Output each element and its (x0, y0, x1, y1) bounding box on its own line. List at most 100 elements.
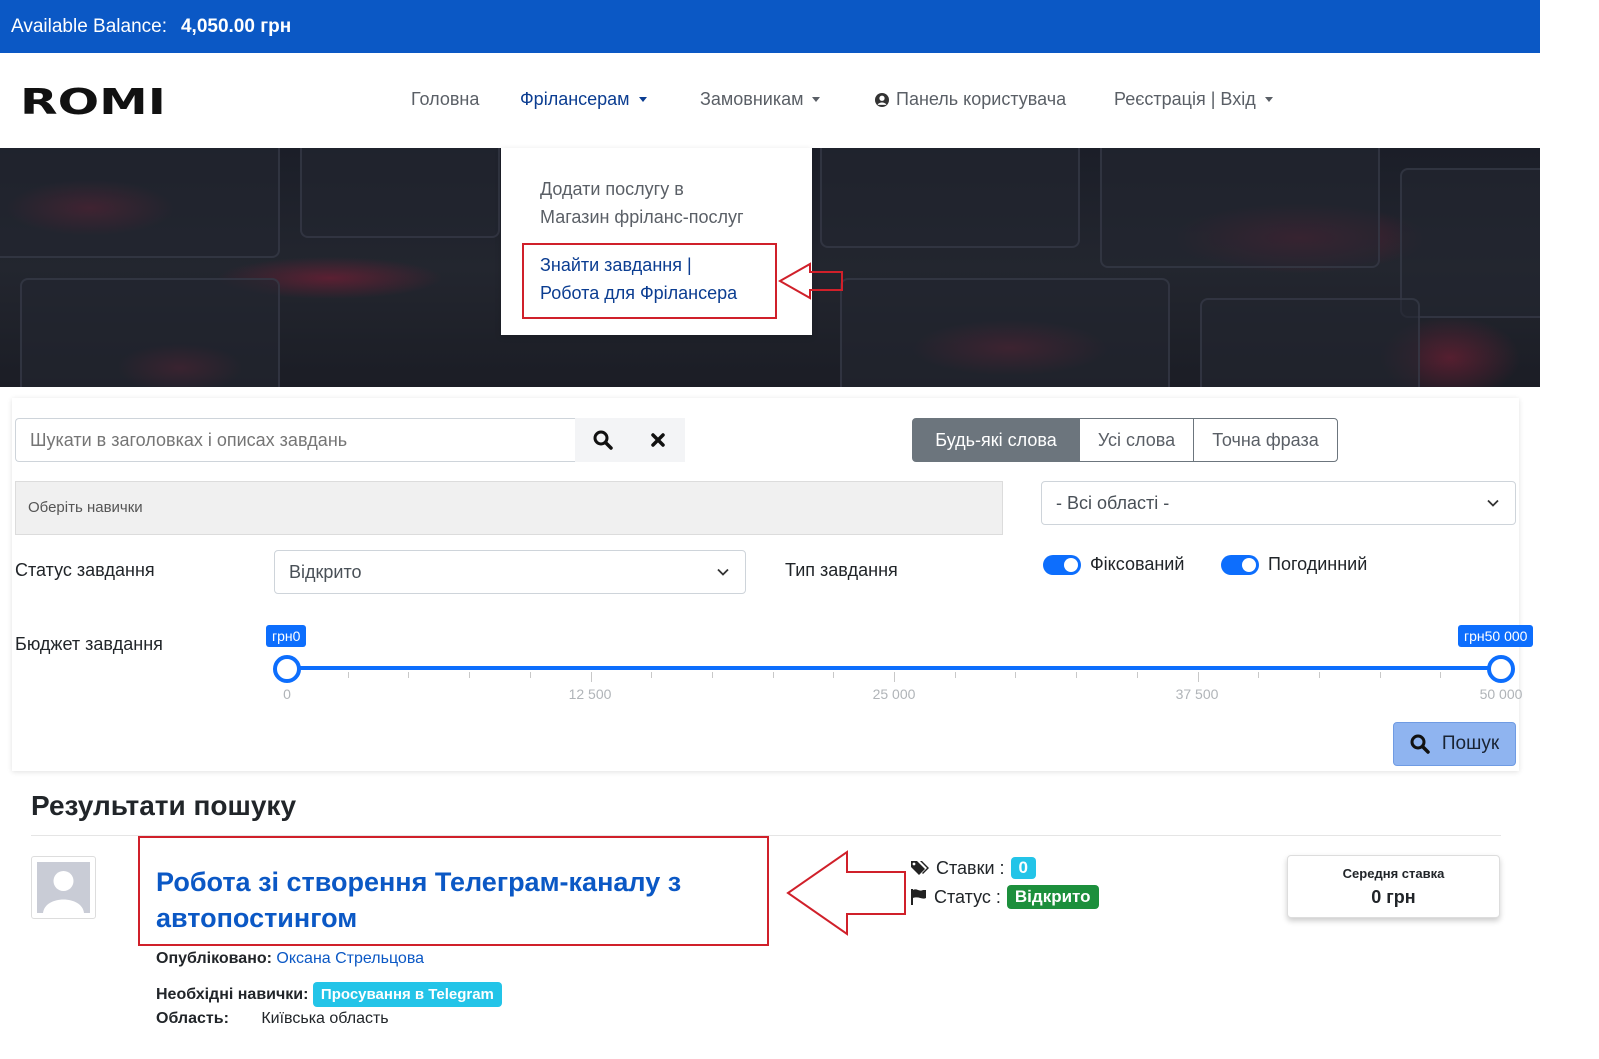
avatar[interactable] (31, 856, 96, 919)
type-label: Тип завдання (785, 560, 898, 580)
navbar: ROMI Головна Фрілансерам Замовникам Пане… (0, 53, 1540, 148)
close-icon (650, 433, 665, 447)
toggle-hourly-label: Погодинний (1268, 554, 1368, 574)
balance-amount: 4,050.00 грн (180, 15, 292, 37)
nav-home-label: Головна (411, 89, 480, 109)
skills-select[interactable]: Оберіть навички (15, 481, 1003, 535)
search-button-label: Пошук (1441, 733, 1500, 754)
caret-down-icon (1264, 97, 1273, 102)
nav-clients[interactable]: Замовникам (700, 89, 821, 110)
slider-tick (529, 672, 531, 678)
author-link[interactable]: Оксана Стрельцова (276, 950, 424, 967)
annotation-arrow-menu (778, 262, 843, 300)
balance-bar: Available Balance: 4,050.00 грн (0, 0, 1540, 53)
region-select-value: - Всі області - (1056, 493, 1170, 513)
nav-freelancers[interactable]: Фрілансерам (520, 89, 647, 110)
nav-dashboard[interactable]: Панель користувача (875, 89, 1066, 110)
user-avatar-icon (37, 862, 90, 913)
average-bid-label: Середня ставка (1342, 866, 1445, 881)
slider-tick (590, 672, 592, 682)
average-bid-box: Середня ставка 0 грн (1287, 855, 1500, 918)
tags-icon (911, 861, 929, 875)
slider-tick (711, 672, 713, 678)
svg-text:ROMI: ROMI (20, 83, 166, 119)
toggle-hourly[interactable] (1221, 555, 1259, 575)
budget-min-bubble: грн0 (266, 625, 307, 647)
mode-all-words[interactable]: Усі слова (1079, 418, 1194, 462)
slider-tick (408, 672, 410, 678)
budget-max-handle[interactable] (1487, 655, 1515, 683)
clear-search-button[interactable] (630, 418, 685, 462)
slider-tick (1440, 672, 1442, 678)
menu-add-service-line1: Додати послугу в (540, 179, 684, 199)
tick-label: 37 500 (1175, 686, 1219, 702)
published-label: Опубліковано: (156, 950, 272, 967)
status-select-value: Відкрито (289, 562, 362, 582)
search-icon (1410, 734, 1430, 754)
nav-home[interactable]: Головна (411, 89, 479, 110)
region-value: Київська область (261, 1010, 389, 1027)
tick-label: 12 500 (568, 686, 612, 702)
tick-label: 0 (283, 686, 291, 702)
annotation-arrow-job (786, 850, 906, 936)
skills-placeholder: Оберіть навички (28, 499, 143, 516)
slider-tick (1076, 672, 1078, 678)
mode-exact-phrase[interactable]: Точна фраза (1193, 418, 1338, 462)
skill-badge[interactable]: Просування в Telegram (312, 982, 502, 1007)
slider-tick (1258, 672, 1260, 678)
region-select[interactable]: - Всі області - (1041, 481, 1516, 525)
slider-tick (651, 672, 653, 678)
slider-tick (469, 672, 471, 678)
tick-label: 50 000 (1479, 686, 1523, 702)
toggle-fixed-label: Фіксований (1090, 554, 1185, 574)
status-label-result: Статус : (934, 886, 1001, 907)
nav-auth[interactable]: Реєстрація | Вхід (1114, 89, 1273, 110)
chevron-down-icon (717, 568, 729, 576)
budget-max-bubble: грн50 000 (1458, 625, 1534, 647)
search-button[interactable]: Пошук (1393, 722, 1516, 766)
bids-label: Ставки : (936, 857, 1005, 878)
status-label: Статус завдання (15, 560, 155, 580)
status-badge: Відкрито (1006, 885, 1099, 909)
job-skills: Необхідні навички: Просування в Telegram (156, 982, 502, 1007)
user-circle-icon (875, 92, 889, 107)
chevron-down-icon (1487, 499, 1499, 507)
search-submit-button[interactable] (575, 418, 630, 462)
search-input[interactable] (15, 418, 579, 462)
budget-min-handle[interactable] (273, 655, 301, 683)
romi-logo[interactable]: ROMI (20, 83, 168, 119)
results-title: Результати пошуку (31, 790, 297, 821)
job-bids: Ставки : 0 (910, 857, 1037, 879)
status-select[interactable]: Відкрито (274, 550, 746, 594)
search-icon (593, 430, 613, 450)
skills-label: Необхідні навички: (156, 986, 309, 1003)
region-label: Область: (156, 1010, 229, 1027)
flag-icon (911, 889, 926, 905)
menu-add-service-line2: Магазин фріланс-послуг (540, 207, 744, 227)
slider-tick (1197, 672, 1199, 682)
annotation-box-job (138, 836, 769, 946)
menu-add-service[interactable]: Додати послугу в Магазин фріланс-послуг (540, 175, 790, 231)
slider-tick (772, 672, 774, 678)
annotation-box-menu (522, 243, 777, 319)
nav-freelancers-label: Фрілансерам (520, 89, 630, 109)
slider-tick (894, 672, 895, 682)
job-published: Опубліковано: Оксана Стрельцова (156, 950, 424, 968)
budget-slider-track[interactable] (287, 666, 1501, 670)
nav-clients-label: Замовникам (700, 89, 804, 109)
caret-down-icon (812, 97, 821, 102)
average-bid-value: 0 грн (1371, 887, 1416, 907)
bids-count-badge: 0 (1010, 857, 1037, 879)
tick-label: 25 000 (872, 686, 916, 702)
slider-tick (1379, 672, 1381, 678)
nav-dashboard-label: Панель користувача (896, 89, 1067, 109)
slider-tick (1136, 672, 1138, 678)
caret-down-icon (638, 97, 647, 102)
toggle-fixed[interactable] (1043, 555, 1081, 575)
job-region: Область: Київська область (156, 1010, 389, 1028)
slider-tick (1318, 672, 1320, 678)
mode-any-words[interactable]: Будь-які слова (912, 418, 1080, 462)
budget-label: Бюджет завдання (15, 634, 163, 654)
slider-tick (833, 672, 835, 678)
slider-tick (1015, 672, 1017, 678)
